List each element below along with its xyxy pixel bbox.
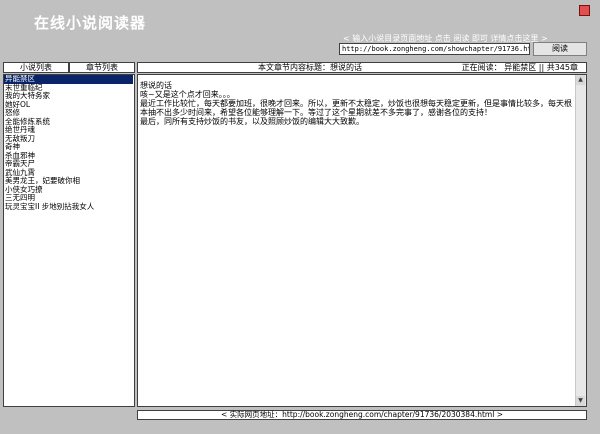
- novel-list-item[interactable]: 玩灵宝宝II 步地别拈我女人: [4, 202, 134, 212]
- chapter-content[interactable]: 想说的话 咳~又是这个点才回来。。。 最近工作比较忙，每天都要加班，很晚才回来。…: [137, 74, 587, 407]
- content-heading: 想说的话: [140, 81, 172, 90]
- content-line: 最近工作比较忙，每天都要加班，很晚才回来。所以，更新不太稳定，炒饭也很想每天稳定…: [140, 99, 572, 117]
- scroll-down-icon[interactable]: ▼: [576, 396, 585, 406]
- app-title: 在线小说阅读器: [34, 14, 147, 32]
- chapter-title: 本文章节内容标题：想说的话: [258, 63, 362, 72]
- content-scrollbar[interactable]: ▲ ▼: [575, 75, 586, 406]
- content-line: 最后，同所有支持炒饭的书友，以及照顾炒饭的编辑大大致歉。: [140, 117, 364, 126]
- tab-chapter-list[interactable]: 章节列表: [69, 62, 135, 73]
- novel-list-item[interactable]: 无敌叛刀: [4, 134, 134, 144]
- chapter-info-bar: 本文章节内容标题：想说的话 正在阅读： 异能禁区 || 共345章: [137, 62, 587, 73]
- reading-novel: 异能禁区: [504, 63, 537, 72]
- reading-status: 正在阅读： 异能禁区 || 共345章: [462, 63, 578, 72]
- url-input[interactable]: http://book.zongheng.com/showchapter/917…: [339, 43, 530, 55]
- content-line: 咳~又是这个点才回来。。。: [140, 90, 235, 99]
- actual-url-footer[interactable]: < 实际网页地址：http://book.zongheng.com/chapte…: [137, 410, 587, 420]
- chapter-title-label: 本文章节内容标题：: [258, 63, 330, 72]
- chapter-title-value: 想说的话: [330, 63, 362, 72]
- separator: ||: [538, 63, 545, 72]
- chapter-count: 共345章: [546, 63, 578, 72]
- reading-label: 正在阅读：: [461, 63, 502, 72]
- novel-list[interactable]: 异能禁区 末世重临纪 我的大特务家 她好OL 怒修 全能修炼系统 绝世丹魂 无敌…: [3, 74, 135, 407]
- tab-novel-list[interactable]: 小说列表: [3, 62, 69, 73]
- novel-list-item[interactable]: 她好OL: [4, 100, 134, 110]
- chapter-text: 想说的话 咳~又是这个点才回来。。。 最近工作比较忙，每天都要加班，很晚才回来。…: [140, 81, 574, 126]
- close-button[interactable]: [579, 5, 590, 16]
- scroll-up-icon[interactable]: ▲: [576, 75, 585, 85]
- read-button[interactable]: 阅读: [533, 42, 587, 56]
